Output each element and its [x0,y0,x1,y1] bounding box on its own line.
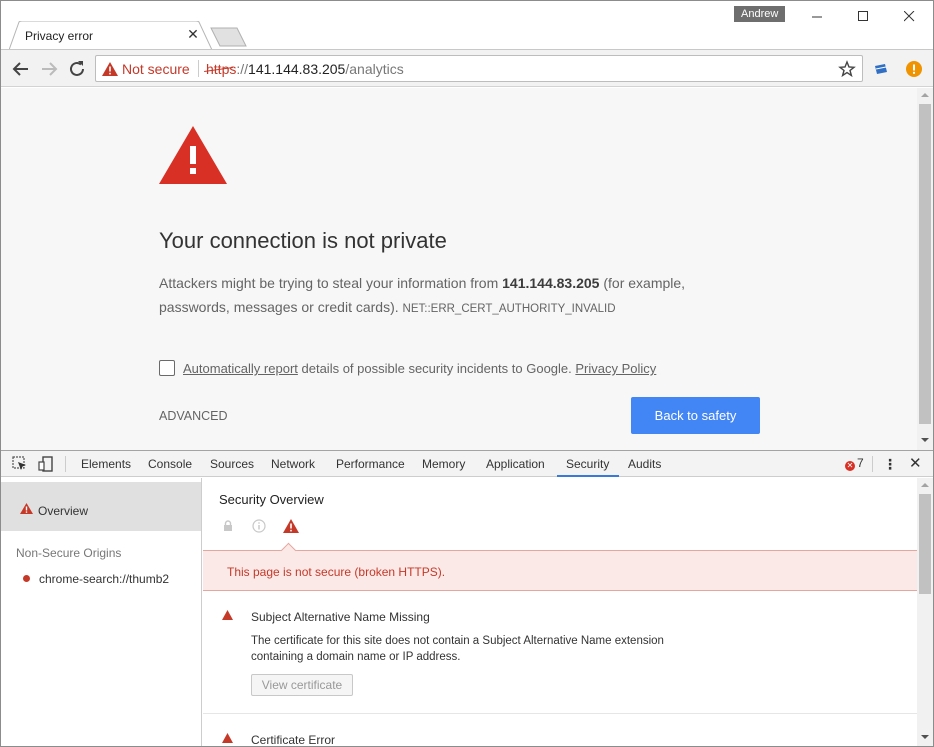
non-secure-origins-heading: Non-Secure Origins [16,546,122,560]
page-scrollbar[interactable] [917,88,933,450]
security-overview-title: Security Overview [219,492,324,507]
scroll-down-icon[interactable] [921,437,929,443]
active-tab-indicator [557,475,619,477]
not-secure-warning-icon[interactable] [102,62,118,76]
minimize-icon [811,16,822,18]
back-arrow-icon[interactable] [10,58,32,80]
not-secure-label[interactable]: Not secure [122,61,190,77]
report-checkbox[interactable] [159,360,175,376]
panel-scroll-thumb[interactable] [919,494,931,594]
report-checkbox-label: Automatically report details of possible… [183,361,656,376]
security-summary-banner: This page is not secure (broken HTTPS). [203,542,917,591]
devtools-tab-network[interactable]: Network [271,457,315,471]
devtools-tab-audits[interactable]: Audits [628,457,661,471]
insecure-dot-icon [23,575,30,582]
profile-button[interactable]: Andrew [734,6,786,22]
device-toolbar-icon[interactable] [38,456,54,472]
forward-arrow-icon[interactable] [38,58,60,80]
message-host: 141.144.83.205 [502,275,600,291]
info-icon [252,519,266,533]
bookmark-star-icon[interactable] [838,60,856,78]
issue-title: Subject Alternative Name Missing [251,610,430,624]
origin-label: chrome-search://thumb2 [39,572,170,586]
security-summary-text: This page is not secure (broken HTTPS). [227,565,446,579]
devtools-divider [65,456,66,472]
advanced-button[interactable]: ADVANCED [159,409,228,423]
sidebar-item-overview[interactable]: Overview [1,482,201,531]
devtools-divider-right [872,456,873,472]
issue-divider [203,713,917,714]
devtools-tab-elements[interactable]: Elements [81,457,131,471]
reload-icon[interactable] [66,58,88,80]
toolbar: Not secure https://141.144.83.205/analyt… [1,49,933,87]
error-code[interactable]: NET::ERR_CERT_AUTHORITY_INVALID [403,303,616,315]
scroll-up-icon[interactable] [921,92,929,98]
back-to-safety-button[interactable]: Back to safety [631,397,760,434]
tab-title: Privacy error [25,29,94,43]
devtools-tab-application[interactable]: Application [486,457,545,471]
sidebar-item-origin[interactable]: chrome-search://thumb2 [23,572,169,586]
maximize-icon [857,11,868,21]
privacy-policy-link[interactable]: Privacy Policy [575,361,656,376]
update-alert-icon[interactable] [906,61,922,77]
panel-scrollbar[interactable] [917,478,933,746]
devtools-close-icon[interactable]: ✕ [909,454,922,472]
issue-warning-icon [222,733,233,743]
address-bar[interactable]: Not secure https://141.144.83.205/analyt… [95,55,863,82]
devtools-tab-security[interactable]: Security [566,457,609,471]
panel-scroll-down-icon[interactable] [921,734,929,740]
devtools-tab-performance[interactable]: Performance [336,457,405,471]
devtools-toolbar: Elements Console Sources Network Perform… [1,450,933,477]
issue-description: The certificate for this site does not c… [251,635,664,663]
url-separator: :// [236,61,249,77]
sidebar-overview-label: Overview [38,504,89,518]
banner-pointer [280,542,297,559]
url-host: 141.144.83.205 [248,61,346,77]
devtools-tab-memory[interactable]: Memory [422,457,465,471]
report-description: details of possible security incidents t… [297,361,576,376]
tab-privacy-error[interactable]: Privacy error ✕ [9,21,213,50]
page-heading: Your connection is not private [159,228,447,253]
issue-title: Certificate Error [251,733,336,747]
issue-warning-icon [222,610,233,620]
close-window-button[interactable] [886,5,932,27]
security-sidebar: Overview Non-Secure Origins chrome-searc… [1,478,202,746]
privacy-warning-icon [159,126,227,184]
minimize-button[interactable] [794,5,840,27]
warning-message: Attackers might be trying to steal your … [159,271,759,321]
message-prefix: Attackers might be trying to steal your … [159,275,503,291]
view-certificate-button[interactable]: View certificate [251,674,353,696]
error-icon: ✕ [845,461,855,471]
tab-strip: Privacy error ✕ Andrew [1,1,933,50]
url-path: /analytics [345,61,404,77]
security-overview-panel: Security Overview This page is not secur… [203,478,917,747]
interstitial-page: Your connection is not private Attackers… [1,88,917,450]
auto-report-link[interactable]: Automatically report [183,361,298,376]
extension-icon[interactable] [873,61,889,77]
insecure-warning-icon [283,519,299,533]
omnibox-divider [198,60,199,77]
devtools-menu-icon[interactable]: ⋮ [883,456,897,473]
page-scroll-thumb[interactable] [919,104,931,424]
url-text[interactable]: https://141.144.83.205/analytics [206,61,404,77]
devtools-tab-console[interactable]: Console [148,457,192,471]
message-suffix: (for example, [599,275,686,291]
panel-scroll-up-icon[interactable] [921,482,929,488]
error-count: 7 [857,456,864,470]
new-tab-button[interactable] [209,27,249,47]
devtools-tab-sources[interactable]: Sources [210,457,254,471]
url-scheme: https [206,61,237,77]
error-counter[interactable]: ✕ 7 [845,456,864,471]
inspect-element-icon[interactable] [12,456,28,472]
message-line2: passwords, messages or credit cards). [159,299,403,315]
browser-window: Privacy error ✕ Andrew Not secure https:… [0,0,934,747]
overview-warning-icon [20,503,33,514]
close-icon [903,10,914,22]
tab-close-icon[interactable]: ✕ [185,26,201,42]
maximize-button[interactable] [840,5,886,27]
lock-icon [224,520,232,531]
